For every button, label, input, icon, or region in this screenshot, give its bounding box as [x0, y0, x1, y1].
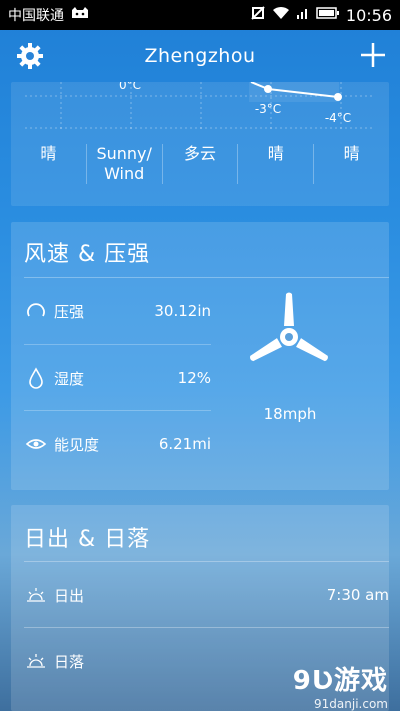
temperature-point [264, 85, 272, 93]
notification-icon [70, 6, 90, 24]
battery-icon [316, 6, 340, 24]
condition-label: 晴 [237, 144, 313, 184]
eye-icon [24, 432, 48, 456]
humidity-label: 湿度 [54, 369, 85, 388]
watermark-brand: 9Ʋ游戏 [292, 666, 388, 696]
card-title: 风速 & 压强 [24, 242, 151, 267]
drop-icon [24, 366, 48, 390]
wind-speed: 18mph [263, 405, 317, 423]
sunrise-icon [24, 583, 48, 607]
clock: 10:56 [345, 5, 392, 25]
visibility-row: 能见度 6.21mi [24, 411, 211, 477]
sunrise-label: 日出 [54, 586, 85, 605]
visibility-label: 能见度 [54, 435, 100, 454]
condition-label: 多云 [161, 144, 238, 184]
wifi-icon [272, 6, 290, 24]
city-title: Zhengzhou [144, 45, 256, 67]
sunset-icon [24, 649, 48, 673]
temp-label: -4°C [325, 111, 351, 125]
condition-row: 晴 Sunny/ Wind 多云 晴 晴 [11, 144, 389, 184]
pressure-icon [24, 299, 48, 323]
humidity-value: 12% [177, 369, 211, 387]
mute-icon [250, 5, 266, 25]
temperature-point [334, 93, 342, 101]
add-city-icon[interactable] [358, 40, 388, 70]
temp-label: -3°C [255, 102, 281, 116]
pressure-value: 30.12in [154, 302, 211, 320]
carrier-label: 中国联通 [8, 8, 64, 24]
visibility-value: 6.21mi [158, 435, 211, 453]
condition-label: Sunny/ Wind [85, 144, 162, 184]
sunrise-row: 日出 7:30 am [24, 562, 389, 628]
app-bar: Zhengzhou [0, 30, 400, 82]
humidity-row: 湿度 12% [24, 345, 211, 411]
pressure-row: 压强 30.12in [24, 278, 211, 344]
watermark: 9Ʋ游戏 91danji.com [293, 660, 388, 711]
forecast-card: 0°C -3°C -4°C 晴 Sunny/ Wind 多云 晴 晴 [11, 82, 389, 206]
pressure-label: 压强 [54, 302, 85, 321]
status-bar: 中国联通 10:56 [0, 0, 400, 30]
wind-fan-icon [244, 292, 334, 382]
temp-label: 0°C [119, 82, 141, 92]
signal-icon [296, 6, 310, 24]
gear-icon[interactable] [16, 42, 44, 70]
sunrise-value: 7:30 am [326, 586, 389, 604]
watermark-url: 91danji.com [314, 697, 388, 711]
card-title: 日出 & 日落 [24, 527, 151, 552]
condition-label: 晴 [40, 144, 57, 163]
condition-label: 晴 [313, 144, 389, 184]
